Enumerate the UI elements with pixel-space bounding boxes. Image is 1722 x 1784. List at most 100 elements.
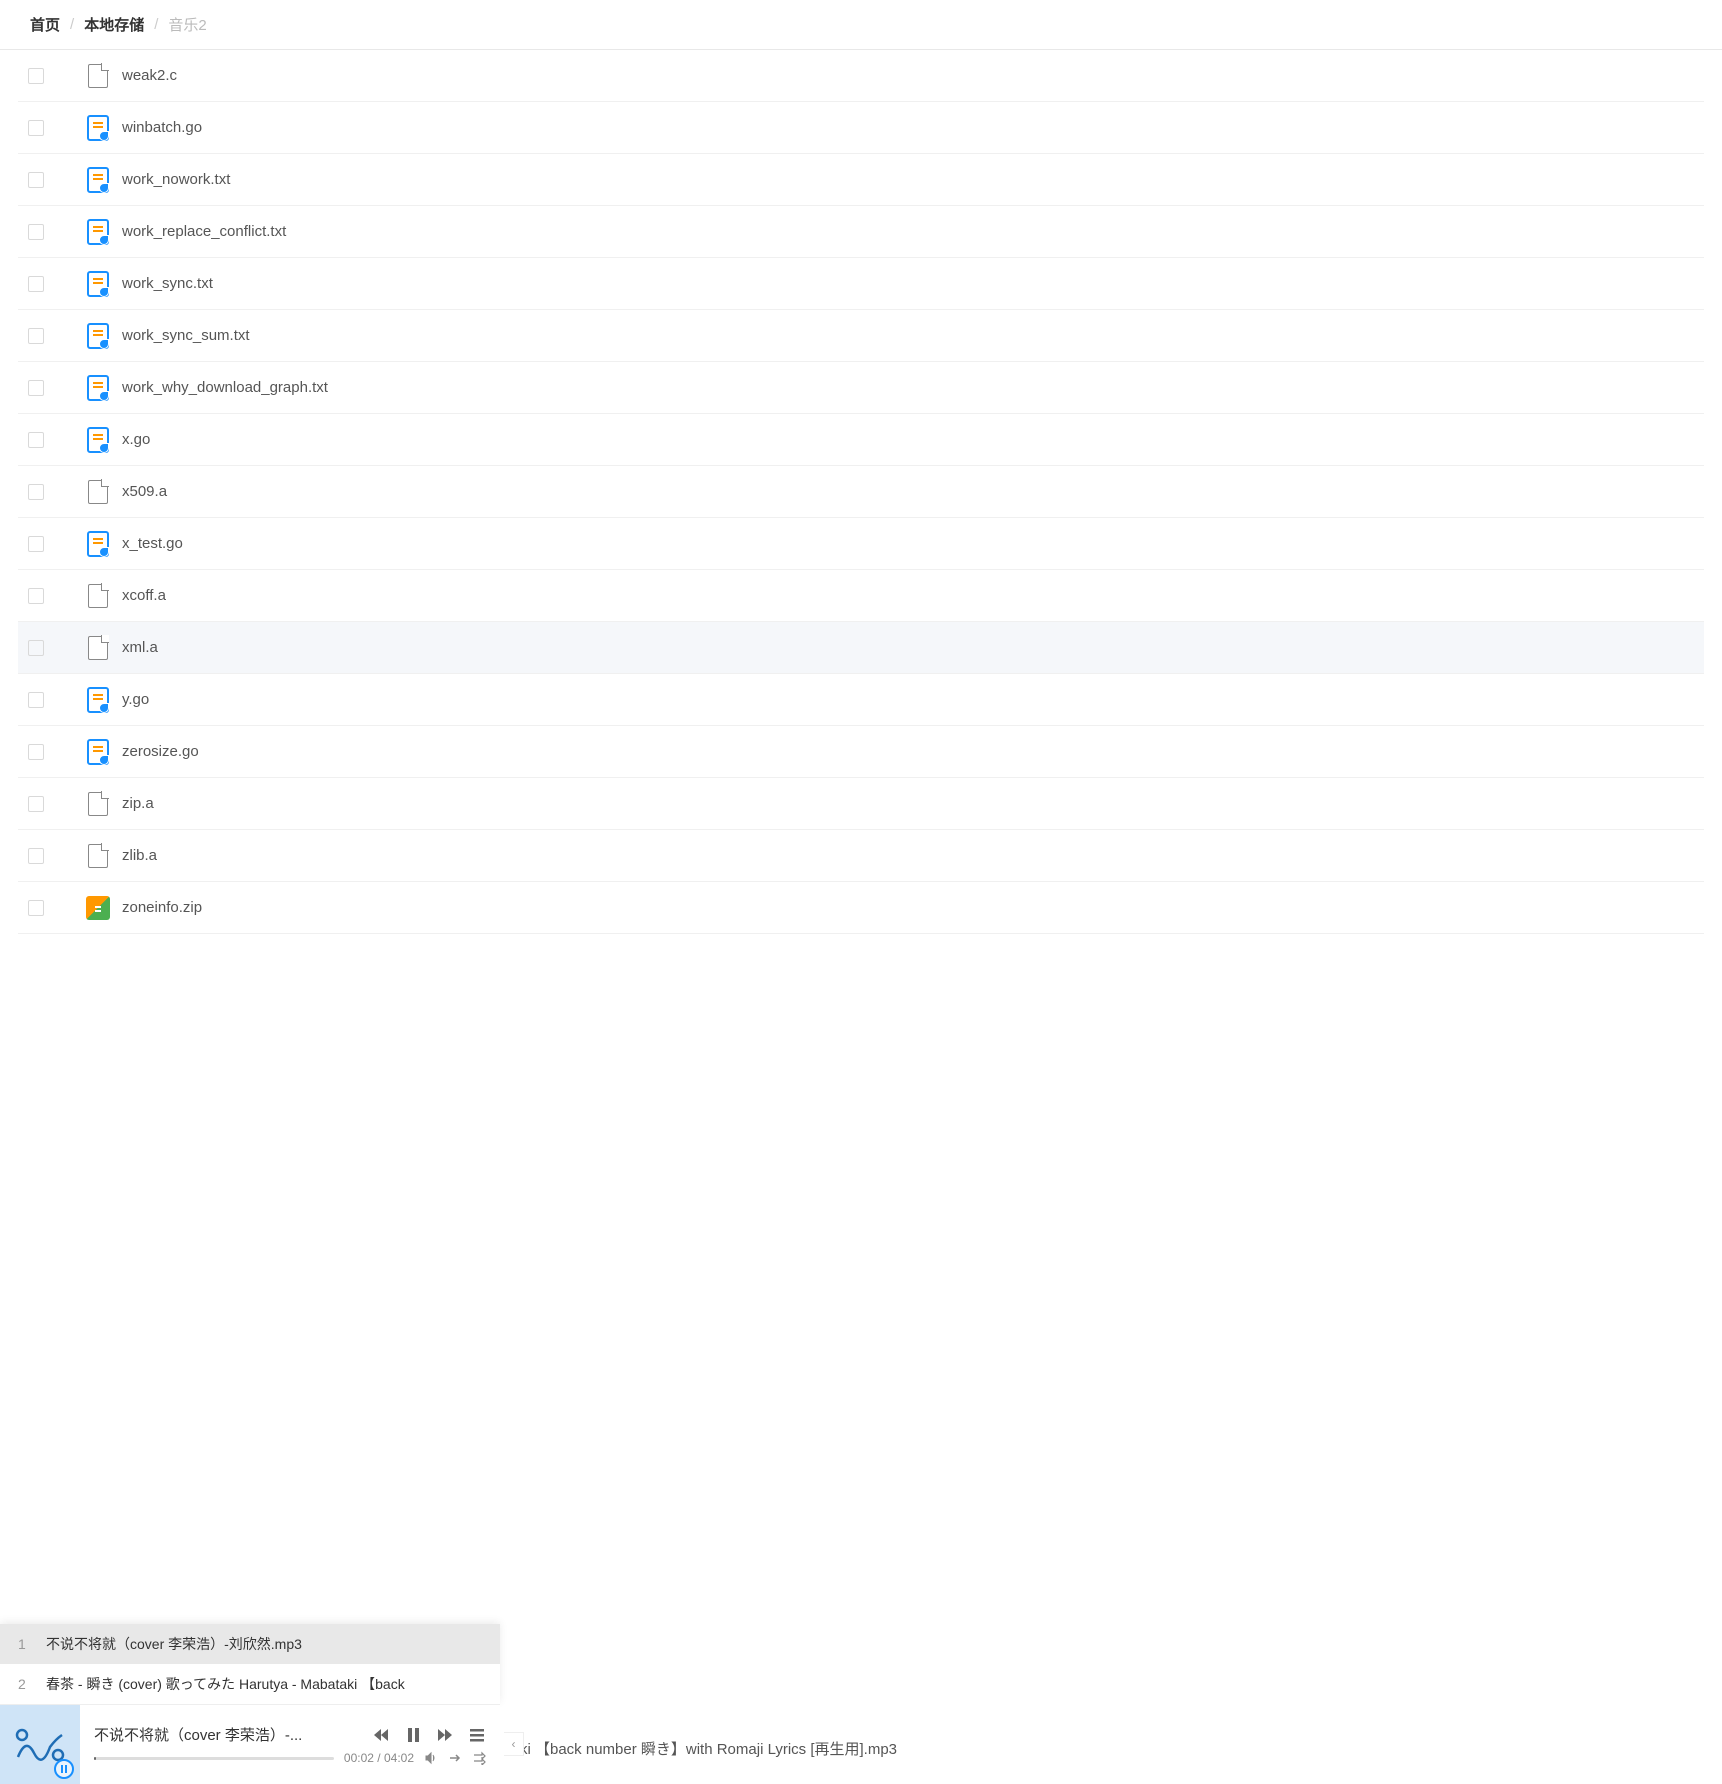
time-display: 00:02 / 04:02	[344, 1751, 414, 1765]
text-file-icon	[86, 738, 110, 766]
file-row[interactable]: x.go	[18, 414, 1704, 466]
file-row[interactable]: work_why_download_graph.txt	[18, 362, 1704, 414]
file-checkbox[interactable]	[28, 432, 44, 448]
player-track-title: 不说不将就（cover 李荣浩）-...	[94, 1724, 302, 1745]
file-checkbox[interactable]	[28, 380, 44, 396]
file-name: x_test.go	[122, 535, 183, 552]
text-file-icon	[86, 114, 110, 142]
file-name: zerosize.go	[122, 743, 199, 760]
rewind-icon	[372, 1726, 390, 1744]
file-checkbox[interactable]	[28, 172, 44, 188]
file-checkbox[interactable]	[28, 588, 44, 604]
text-file-icon	[86, 166, 110, 194]
overflow-filename-text: ki 【back number 瞬き】with Romaji Lyrics [再…	[520, 1738, 897, 1759]
forward-icon	[436, 1726, 454, 1744]
generic-file-icon	[86, 62, 110, 90]
playlist-item-number: 2	[18, 1676, 30, 1692]
file-checkbox[interactable]	[28, 796, 44, 812]
generic-file-icon	[86, 634, 110, 662]
file-checkbox[interactable]	[28, 640, 44, 656]
player-collapse-button[interactable]: ‹	[504, 1732, 524, 1756]
file-name: x509.a	[122, 483, 167, 500]
file-row[interactable]: x_test.go	[18, 518, 1704, 570]
file-row[interactable]: x509.a	[18, 466, 1704, 518]
play-pause-button[interactable]	[404, 1726, 422, 1744]
file-list: weak2.c winbatch.go work_nowork.txt work_re…	[0, 50, 1722, 934]
file-row[interactable]: zerosize.go	[18, 726, 1704, 778]
file-row[interactable]: xml.a	[18, 622, 1704, 674]
file-row[interactable]: xcoff.a	[18, 570, 1704, 622]
breadcrumb-local[interactable]: 本地存储	[84, 14, 144, 35]
generic-file-icon	[86, 582, 110, 610]
file-row[interactable]: y.go	[18, 674, 1704, 726]
file-checkbox[interactable]	[28, 120, 44, 136]
playlist-popup: 1 不说不将就（cover 李荣浩）-刘欣然.mp3 2 春茶 - 瞬き (cover…	[0, 1624, 500, 1704]
menu-icon	[468, 1726, 486, 1744]
file-name: work_nowork.txt	[122, 171, 230, 188]
breadcrumb: 首页 / 本地存储 / 音乐2	[0, 0, 1722, 50]
file-row[interactable]: zlib.a	[18, 830, 1704, 882]
breadcrumb-sep: /	[154, 16, 158, 33]
playlist-toggle-button[interactable]	[468, 1726, 486, 1744]
file-checkbox[interactable]	[28, 328, 44, 344]
file-name: work_sync_sum.txt	[122, 327, 250, 344]
file-name: x.go	[122, 431, 150, 448]
generic-file-icon	[86, 790, 110, 818]
file-checkbox[interactable]	[28, 900, 44, 916]
file-name: winbatch.go	[122, 119, 202, 136]
player-album-art[interactable]	[0, 1705, 80, 1784]
file-checkbox[interactable]	[28, 484, 44, 500]
progress-bar[interactable]	[94, 1757, 334, 1760]
file-name: xcoff.a	[122, 587, 166, 604]
player-main: 不说不将就（cover 李荣浩）-... 0	[80, 1716, 500, 1773]
text-file-icon	[86, 322, 110, 350]
playlist-item[interactable]: 2 春茶 - 瞬き (cover) 歌ってみた Harutya - Mabatak…	[0, 1664, 500, 1704]
text-file-icon	[86, 530, 110, 558]
text-file-icon	[86, 218, 110, 246]
file-name: work_sync.txt	[122, 275, 213, 292]
volume-icon	[424, 1751, 438, 1765]
file-row[interactable]: zoneinfo.zip	[18, 882, 1704, 934]
file-name: work_why_download_graph.txt	[122, 379, 328, 396]
file-checkbox[interactable]	[28, 224, 44, 240]
playlist-item-title: 不说不将就（cover 李荣浩）-刘欣然.mp3	[46, 1634, 302, 1654]
file-checkbox[interactable]	[28, 744, 44, 760]
file-row[interactable]: work_nowork.txt	[18, 154, 1704, 206]
file-name: xml.a	[122, 639, 158, 656]
file-checkbox[interactable]	[28, 848, 44, 864]
file-name: zoneinfo.zip	[122, 899, 202, 916]
file-row[interactable]: work_sync.txt	[18, 258, 1704, 310]
file-name: zip.a	[122, 795, 154, 812]
file-row[interactable]: zip.a	[18, 778, 1704, 830]
breadcrumb-home[interactable]: 首页	[30, 14, 60, 35]
file-row[interactable]: work_replace_conflict.txt	[18, 206, 1704, 258]
file-row[interactable]: weak2.c	[18, 50, 1704, 102]
file-name: y.go	[122, 691, 149, 708]
file-name: weak2.c	[122, 67, 177, 84]
pause-icon	[404, 1726, 422, 1744]
shuffle-icon	[472, 1751, 486, 1765]
file-checkbox[interactable]	[28, 68, 44, 84]
playlist-item-number: 1	[18, 1636, 30, 1652]
file-checkbox[interactable]	[28, 276, 44, 292]
player-bar: 不说不将就（cover 李荣浩）-... 0	[0, 1704, 500, 1784]
next-track-button[interactable]	[436, 1726, 454, 1744]
prev-track-button[interactable]	[372, 1726, 390, 1744]
repeat-mode-button[interactable]	[448, 1751, 462, 1765]
mini-pause-icon	[54, 1759, 74, 1779]
playlist-item[interactable]: 1 不说不将就（cover 李荣浩）-刘欣然.mp3	[0, 1624, 500, 1664]
text-file-icon	[86, 686, 110, 714]
file-checkbox[interactable]	[28, 692, 44, 708]
progress-fill	[94, 1757, 96, 1760]
text-file-icon	[86, 270, 110, 298]
file-row[interactable]: work_sync_sum.txt	[18, 310, 1704, 362]
playlist-item-title: 春茶 - 瞬き (cover) 歌ってみた Harutya - Mabataki…	[46, 1674, 405, 1694]
shuffle-button[interactable]	[472, 1751, 486, 1765]
file-row[interactable]: winbatch.go	[18, 102, 1704, 154]
breadcrumb-sep: /	[70, 16, 74, 33]
text-file-icon	[86, 374, 110, 402]
file-checkbox[interactable]	[28, 536, 44, 552]
breadcrumb-current: 音乐2	[168, 14, 206, 35]
generic-file-icon	[86, 478, 110, 506]
volume-button[interactable]	[424, 1751, 438, 1765]
